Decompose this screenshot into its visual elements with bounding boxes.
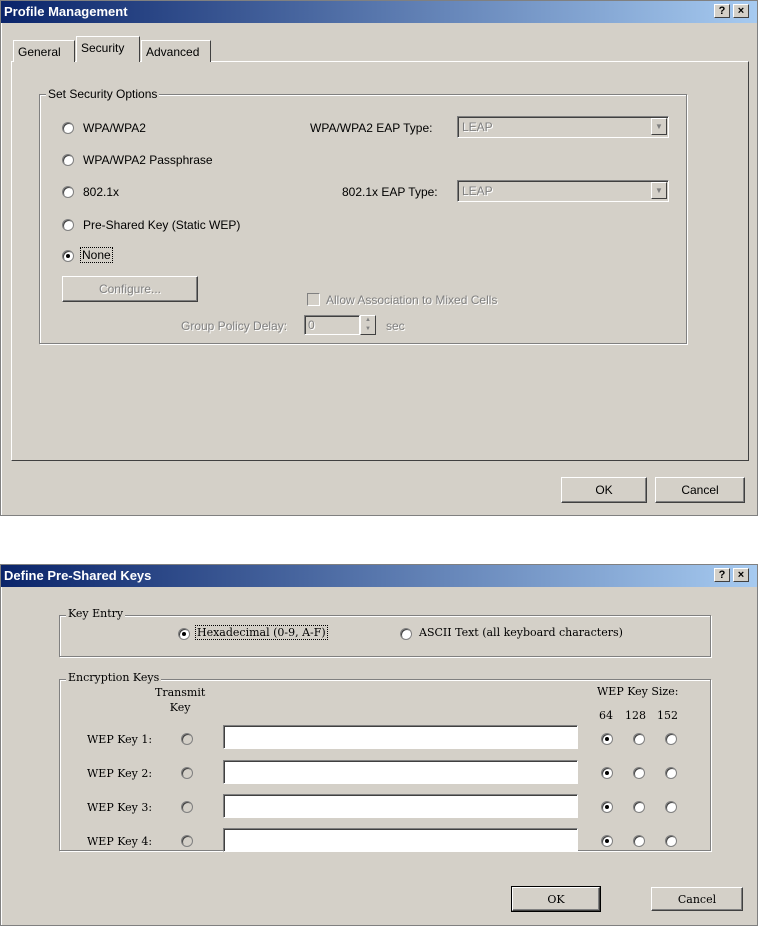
- profile-window-title: Profile Management: [4, 4, 128, 19]
- key-2-size-64-radio[interactable]: [601, 767, 613, 779]
- wep-key-size-label: WEP Key Size:: [597, 685, 679, 698]
- profile-management-window: Profile Management ? × General Security …: [0, 0, 758, 516]
- group-policy-unit: sec: [386, 319, 405, 333]
- tab-general[interactable]: General: [13, 40, 75, 62]
- key-1-size-152-radio[interactable]: [665, 733, 677, 745]
- profile-ok-button[interactable]: OK: [561, 477, 647, 503]
- keys-cancel-button[interactable]: Cancel: [651, 887, 743, 911]
- close-button[interactable]: ×: [733, 568, 749, 582]
- key-1-size-128-radio[interactable]: [633, 733, 645, 745]
- pre-shared-keys-window: Define Pre-Shared Keys ? × Key Entry Hex…: [0, 564, 758, 926]
- radio-none[interactable]: [62, 250, 74, 262]
- label-802-1x: 802.1x: [83, 185, 120, 199]
- chevron-down-icon: ▼: [651, 182, 667, 199]
- label-ascii: ASCII Text (all keyboard characters): [419, 626, 623, 639]
- allow-mixed-cells-label: Allow Association to Mixed Cells: [326, 293, 498, 307]
- security-options-legend: Set Security Options: [46, 87, 160, 101]
- wep-key-4-input[interactable]: [223, 828, 578, 852]
- size-64-label: 64: [599, 709, 613, 722]
- label-wpa-wpa2: WPA/WPA2: [83, 121, 146, 135]
- transmit-key-label: Transmit Key: [155, 686, 206, 714]
- key-3-size-152-radio[interactable]: [665, 801, 677, 813]
- radio-hexadecimal[interactable]: [178, 628, 190, 640]
- spin-up-icon: ▲: [365, 317, 371, 323]
- radio-wpa-wpa2[interactable]: [62, 122, 74, 134]
- chevron-down-icon: ▼: [651, 118, 667, 135]
- wpa-eap-type-label: WPA/WPA2 EAP Type:: [310, 121, 433, 135]
- dot1x-eap-type-select[interactable]: LEAP ▼: [457, 180, 669, 202]
- key-3-size-64-radio[interactable]: [601, 801, 613, 813]
- wep-key-1-input[interactable]: [223, 725, 578, 749]
- group-policy-spinner[interactable]: ▲ ▼: [360, 315, 376, 335]
- keys-ok-button[interactable]: OK: [511, 886, 601, 912]
- label-none: None: [80, 247, 113, 263]
- dot1x-eap-type-label: 802.1x EAP Type:: [342, 185, 438, 199]
- wep-key-1-label: WEP Key 1:: [87, 733, 153, 746]
- profile-cancel-button[interactable]: Cancel: [655, 477, 745, 503]
- profile-title-bar[interactable]: Profile Management ? ×: [1, 1, 757, 23]
- wep-key-2-input[interactable]: [223, 760, 578, 784]
- wep-key-4-label: WEP Key 4:: [87, 835, 153, 848]
- key-4-size-152-radio[interactable]: [665, 835, 677, 847]
- spin-down-icon: ▼: [365, 326, 371, 332]
- close-button[interactable]: ×: [733, 4, 749, 18]
- allow-mixed-cells-checkbox[interactable]: [307, 293, 320, 306]
- group-policy-delay-input[interactable]: 0: [304, 315, 360, 335]
- key-3-size-128-radio[interactable]: [633, 801, 645, 813]
- radio-ascii[interactable]: [400, 628, 412, 640]
- encryption-keys-legend: Encryption Keys: [66, 671, 162, 684]
- key-4-size-128-radio[interactable]: [633, 835, 645, 847]
- tab-advanced[interactable]: Advanced: [141, 40, 211, 62]
- group-policy-delay-label: Group Policy Delay:: [181, 319, 288, 333]
- key-2-size-152-radio[interactable]: [665, 767, 677, 779]
- radio-pre-shared-key[interactable]: [62, 219, 74, 231]
- key-1-size-64-radio[interactable]: [601, 733, 613, 745]
- transmit-key-3-radio[interactable]: [181, 801, 193, 813]
- size-128-label: 128: [625, 709, 646, 722]
- transmit-key-2-radio[interactable]: [181, 767, 193, 779]
- size-152-label: 152: [657, 709, 678, 722]
- radio-802-1x[interactable]: [62, 186, 74, 198]
- wep-key-2-label: WEP Key 2:: [87, 767, 153, 780]
- keys-title-bar[interactable]: Define Pre-Shared Keys ? ×: [1, 565, 757, 587]
- label-pre-shared-key: Pre-Shared Key (Static WEP): [83, 218, 241, 232]
- label-wpa-passphrase: WPA/WPA2 Passphrase: [83, 153, 213, 167]
- wpa-eap-type-select[interactable]: LEAP ▼: [457, 116, 669, 138]
- radio-wpa-passphrase[interactable]: [62, 154, 74, 166]
- wep-key-3-label: WEP Key 3:: [87, 801, 153, 814]
- key-2-size-128-radio[interactable]: [633, 767, 645, 779]
- keys-window-title: Define Pre-Shared Keys: [4, 568, 152, 583]
- help-button[interactable]: ?: [714, 568, 730, 582]
- transmit-key-1-radio[interactable]: [181, 733, 193, 745]
- wep-key-3-input[interactable]: [223, 794, 578, 818]
- label-hexadecimal: Hexadecimal (0-9, A-F): [195, 625, 328, 640]
- help-button[interactable]: ?: [714, 4, 730, 18]
- transmit-key-4-radio[interactable]: [181, 835, 193, 847]
- key-entry-legend: Key Entry: [66, 607, 126, 620]
- tab-security[interactable]: Security: [76, 36, 140, 62]
- configure-button[interactable]: Configure...: [62, 276, 198, 302]
- key-4-size-64-radio[interactable]: [601, 835, 613, 847]
